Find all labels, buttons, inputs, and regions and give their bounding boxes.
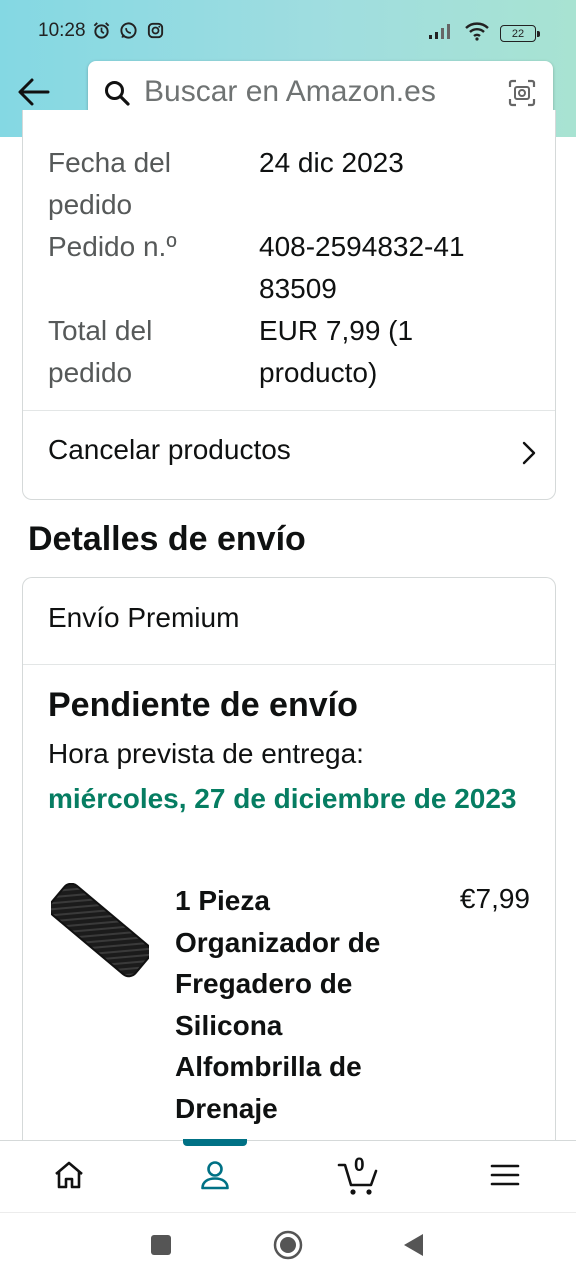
nav-cart[interactable]: 0 [324, 1141, 394, 1213]
circle-icon [272, 1229, 304, 1266]
status-time: 10:28 [38, 20, 86, 41]
eta-label: Hora prevista de entrega: [48, 738, 364, 769]
cart-icon: 0 [337, 1155, 381, 1197]
back-button[interactable] [14, 74, 54, 114]
cancel-products-label: Cancelar productos [48, 434, 291, 465]
camera-scan-icon[interactable] [507, 78, 537, 113]
order-number-value: 408-2594832-4183509 [259, 231, 465, 304]
recent-apps-button[interactable] [145, 1231, 177, 1263]
arrow-left-icon [17, 77, 51, 112]
order-total-label: Total del pedido [48, 315, 153, 388]
cart-count: 0 [354, 1155, 365, 1176]
cancel-products-link[interactable]: Cancelar productos [23, 410, 555, 498]
alarm-icon [92, 21, 111, 45]
shipping-section-title: Detalles de envío [28, 520, 306, 558]
divider [23, 664, 555, 665]
home-system-button[interactable] [272, 1229, 304, 1266]
square-icon [149, 1233, 173, 1262]
account-icon [199, 1159, 231, 1196]
whatsapp-icon [119, 21, 138, 45]
triangle-back-icon [401, 1231, 427, 1264]
back-system-button[interactable] [398, 1231, 430, 1263]
instagram-icon [146, 21, 165, 45]
order-number-label: Pedido n.º [48, 231, 177, 262]
search-icon [103, 79, 131, 112]
product-name-link[interactable]: 1 Pieza Organizador de Fregadero de Sili… [175, 880, 435, 1129]
status-bar: 10:28 22 [0, 0, 576, 60]
order-info-card: Fecha del pedido 24 dic 2023 Pedido n.º … [22, 110, 556, 500]
bottom-navigation: 0 [0, 1139, 576, 1213]
order-total-value: EUR 7,99 (1 producto) [259, 315, 414, 388]
home-icon [53, 1160, 85, 1195]
shipping-card: Envío Premium Pendiente de envío Hora pr… [22, 577, 556, 1197]
order-date-label: Fecha del pedido [48, 147, 171, 220]
wifi-icon [464, 21, 490, 46]
shipping-type: Envío Premium [48, 602, 240, 633]
system-navigation-bar [0, 1212, 576, 1280]
nav-account[interactable] [180, 1141, 250, 1213]
nav-menu[interactable] [470, 1141, 540, 1213]
product-price: €7,99 [459, 883, 530, 914]
order-date-value: 24 dic 2023 [259, 147, 404, 178]
search-input[interactable]: Buscar en Amazon.es [144, 75, 436, 109]
nav-home[interactable] [34, 1141, 104, 1213]
signal-icon [428, 22, 454, 45]
eta-date: miércoles, 27 de diciembre de 2023 [48, 783, 517, 814]
product-image[interactable] [48, 882, 152, 978]
battery-icon: 22 [500, 25, 540, 42]
shipping-status: Pendiente de envío [48, 686, 358, 724]
menu-icon [490, 1163, 520, 1192]
chevron-right-icon [521, 440, 537, 471]
